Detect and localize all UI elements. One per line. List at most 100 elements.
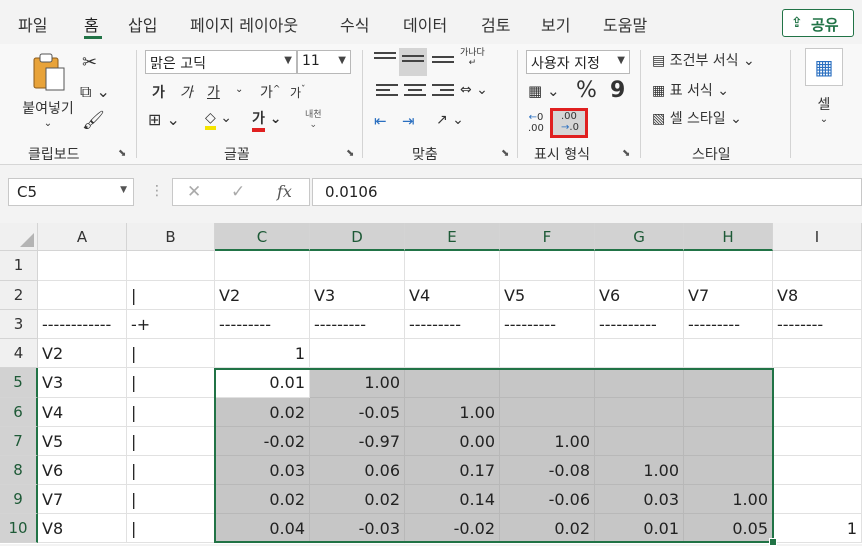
cell-g10[interactable]: 0.01: [595, 514, 684, 543]
cell-g2[interactable]: V6: [595, 281, 684, 310]
align-bottom-icon[interactable]: [432, 56, 454, 74]
menu-page-layout[interactable]: 페이지 레이아웃: [190, 12, 298, 36]
menu-formulas[interactable]: 수식: [340, 12, 369, 36]
cell-c10[interactable]: 0.04: [215, 514, 310, 543]
confirm-icon[interactable]: ✓: [231, 182, 245, 202]
column-header-c[interactable]: C: [215, 223, 310, 251]
align-center-icon[interactable]: [404, 84, 426, 102]
cell-styles-button[interactable]: ▧ 셀 스타일 ⌄: [652, 108, 742, 128]
cell-i4[interactable]: [773, 339, 862, 368]
cell-d4[interactable]: [310, 339, 405, 368]
menu-view[interactable]: 보기: [541, 12, 570, 36]
menu-insert[interactable]: 삽입: [128, 12, 157, 36]
cell-e6[interactable]: 1.00: [405, 398, 500, 427]
cancel-icon[interactable]: ✕: [187, 182, 201, 202]
cell-i2[interactable]: V8: [773, 281, 862, 310]
formula-input[interactable]: 0.0106: [312, 178, 862, 206]
row-header-3[interactable]: 3: [0, 310, 38, 339]
cell-h3[interactable]: ---------: [684, 310, 773, 339]
borders-icon[interactable]: ⊞ ⌄: [148, 110, 180, 129]
orientation-icon[interactable]: ↗ ⌄: [436, 112, 464, 128]
cell-i10[interactable]: 1: [773, 514, 862, 543]
percent-style-button[interactable]: %: [576, 78, 597, 103]
align-right-icon[interactable]: [432, 84, 454, 102]
format-painter-icon[interactable]: 🖌: [82, 110, 105, 131]
cell-a1[interactable]: [38, 251, 127, 281]
column-header-h[interactable]: H: [684, 223, 773, 251]
cell-e1[interactable]: [405, 251, 500, 281]
cell-a5[interactable]: V3: [38, 368, 127, 398]
cell-b9[interactable]: |: [127, 485, 215, 514]
cell-e5[interactable]: [405, 368, 500, 398]
cell-d7[interactable]: -0.97: [310, 427, 405, 456]
fill-color-button[interactable]: ◇ ⌄: [205, 110, 232, 130]
cell-b1[interactable]: [127, 251, 215, 281]
font-launcher-icon[interactable]: ⬊: [346, 148, 354, 159]
cell-b4[interactable]: |: [127, 339, 215, 368]
menu-review[interactable]: 검토: [481, 12, 510, 36]
cell-f3[interactable]: ---------: [500, 310, 595, 339]
cell-f9[interactable]: -0.06: [500, 485, 595, 514]
row-header-5[interactable]: 5: [0, 368, 38, 398]
cell-f2[interactable]: V5: [500, 281, 595, 310]
format-as-table-button[interactable]: ▦ 표 서식 ⌄: [652, 80, 729, 100]
cell-d3[interactable]: ---------: [310, 310, 405, 339]
font-color-button[interactable]: 가 ⌄: [252, 108, 282, 132]
cell-c9[interactable]: 0.02: [215, 485, 310, 514]
cell-f4[interactable]: [500, 339, 595, 368]
cell-h2[interactable]: V7: [684, 281, 773, 310]
column-header-a[interactable]: A: [38, 223, 127, 251]
cell-i9[interactable]: [773, 485, 862, 514]
font-name-combo[interactable]: 맑은 고딕 ▼: [145, 50, 297, 74]
column-header-f[interactable]: F: [500, 223, 595, 251]
cell-f8[interactable]: -0.08: [500, 456, 595, 485]
font-size-combo[interactable]: 11 ▼: [297, 50, 351, 74]
cell-a9[interactable]: V7: [38, 485, 127, 514]
paste-button[interactable]: 붙여넣기 ⌄: [20, 50, 76, 140]
row-header-10[interactable]: 10: [0, 514, 38, 543]
menu-file[interactable]: 파일: [18, 12, 47, 36]
cell-c2[interactable]: V2: [215, 281, 310, 310]
cell-a4[interactable]: V2: [38, 339, 127, 368]
alignment-launcher-icon[interactable]: ⬊: [501, 148, 509, 159]
cell-h10[interactable]: 0.05: [684, 514, 773, 543]
cell-g6[interactable]: [595, 398, 684, 427]
row-header-4[interactable]: 4: [0, 339, 38, 368]
column-header-d[interactable]: D: [310, 223, 405, 251]
cell-e10[interactable]: -0.02: [405, 514, 500, 543]
cell-h6[interactable]: [684, 398, 773, 427]
cell-e8[interactable]: 0.17: [405, 456, 500, 485]
select-all-corner[interactable]: [0, 223, 38, 251]
cell-b7[interactable]: |: [127, 427, 215, 456]
cell-f10[interactable]: 0.02: [500, 514, 595, 543]
cell-f6[interactable]: [500, 398, 595, 427]
align-middle-selected[interactable]: [399, 48, 427, 76]
menu-data[interactable]: 데이터: [403, 12, 447, 36]
cell-i5[interactable]: [773, 368, 862, 398]
cell-b3[interactable]: -+: [127, 310, 215, 339]
cell-d2[interactable]: V3: [310, 281, 405, 310]
insert-function-button[interactable]: fx: [277, 182, 292, 201]
bold-button[interactable]: 가: [152, 82, 165, 102]
cell-h8[interactable]: [684, 456, 773, 485]
cell-a6[interactable]: V4: [38, 398, 127, 427]
increase-decimal-button[interactable]: ←0.00: [528, 112, 544, 134]
align-top-icon[interactable]: [374, 52, 396, 70]
cut-icon[interactable]: ✂: [82, 52, 97, 73]
cell-h5[interactable]: [684, 368, 773, 398]
italic-button[interactable]: 가: [180, 82, 193, 102]
cell-f5[interactable]: [500, 368, 595, 398]
cell-e3[interactable]: ---------: [405, 310, 500, 339]
cell-i3[interactable]: --------: [773, 310, 862, 339]
number-launcher-icon[interactable]: ⬊: [622, 148, 630, 159]
cell-e9[interactable]: 0.14: [405, 485, 500, 514]
cell-h1[interactable]: [684, 251, 773, 281]
column-header-g[interactable]: G: [595, 223, 684, 251]
cell-h9[interactable]: 1.00: [684, 485, 773, 514]
cell-e7[interactable]: 0.00: [405, 427, 500, 456]
cell-f7[interactable]: 1.00: [500, 427, 595, 456]
share-button[interactable]: ⇪ 공유: [782, 9, 854, 37]
clipboard-launcher-icon[interactable]: ⬊: [118, 148, 126, 159]
cell-e4[interactable]: [405, 339, 500, 368]
cell-b6[interactable]: |: [127, 398, 215, 427]
